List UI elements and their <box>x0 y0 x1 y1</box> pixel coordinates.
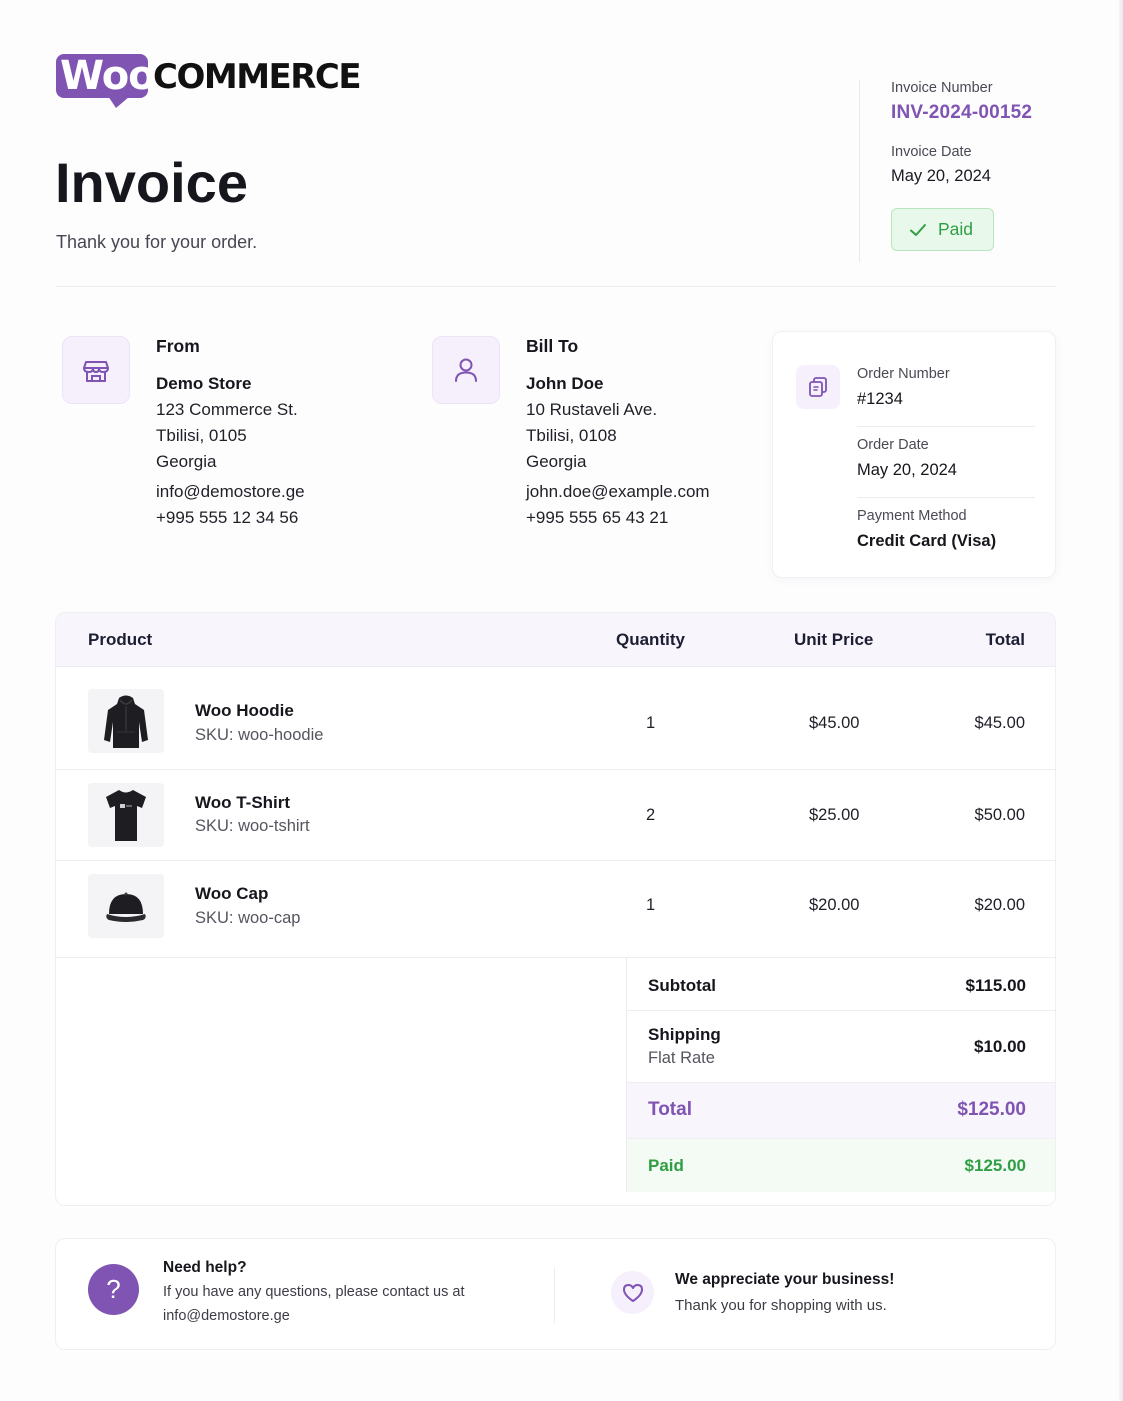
cell-unit-price: $45.00 <box>809 714 860 732</box>
column-header-product: Product <box>88 630 153 649</box>
from-address-line1: 123 Commerce St. <box>156 400 298 419</box>
product-sku: SKU: woo-cap <box>195 909 301 927</box>
from-email[interactable]: info@demostore.ge <box>156 479 436 505</box>
help-section: Need help? If you have any questions, pl… <box>163 1259 523 1328</box>
paid-value: $125.00 <box>964 1156 1026 1175</box>
cell-quantity: 1 <box>646 896 656 914</box>
from-phone[interactable]: +995 555 12 34 56 <box>156 505 436 531</box>
payment-method: Credit Card (Visa) <box>857 532 997 550</box>
heart-icon <box>611 1271 654 1314</box>
invoice-number: INV-2024-00152 <box>891 102 1033 123</box>
from-heading: From <box>156 336 200 356</box>
from-address-line2: Tbilisi, 0105 <box>156 426 247 445</box>
bill-to-phone[interactable]: +995 555 65 43 21 <box>526 505 806 531</box>
order-number-row: Order Number #1234 <box>857 356 1035 427</box>
paid-row: Paid $125.00 <box>627 1139 1055 1192</box>
cell-total: $20.00 <box>974 896 1025 914</box>
cell-unit-price: $25.00 <box>809 806 860 824</box>
status-badge-label: Paid <box>938 219 974 239</box>
order-date-row: Order Date May 20, 2024 <box>857 427 1035 498</box>
from-country: Georgia <box>156 452 217 471</box>
bill-to-address-line2: Tbilisi, 0108 <box>526 426 617 445</box>
totals-summary: Subtotal $115.00 Shipping Flat Rate $10.… <box>626 958 1055 1192</box>
page-title: Invoice <box>55 151 248 214</box>
check-icon <box>910 223 926 236</box>
table-row: Woo Hoodie SKU: woo-hoodie 1 $45.00 $45.… <box>56 668 1055 770</box>
order-number-label: Order Number <box>857 366 950 382</box>
store-icon <box>62 336 130 404</box>
order-number: #1234 <box>857 390 903 408</box>
product-name: Woo T-Shirt <box>195 793 291 812</box>
total-value: $125.00 <box>957 1099 1026 1120</box>
logo-commerce-text: COMMERCE <box>153 57 362 97</box>
help-body: If you have any questions, please contac… <box>163 1284 465 1300</box>
column-header-total: Total <box>985 630 1025 649</box>
logo-woo-text: Woo <box>60 53 156 99</box>
invoice-date-label: Invoice Date <box>891 144 972 160</box>
column-header-unit-price: Unit Price <box>794 630 874 649</box>
payment-method-row: Payment Method Credit Card (Visa) <box>857 498 1035 569</box>
help-email[interactable]: info@demostore.ge <box>163 1304 523 1328</box>
table-header: Product Quantity Unit Price Total <box>56 613 1055 667</box>
cell-quantity: 2 <box>646 806 656 824</box>
header-divider <box>56 286 1056 287</box>
table-row: Woo T-Shirt SKU: woo-tshirt 2 $25.00 $50… <box>56 770 1055 861</box>
cell-total: $50.00 <box>974 806 1025 824</box>
thanks-title: We appreciate your business! <box>675 1271 895 1288</box>
subtotal-value: $115.00 <box>965 976 1026 995</box>
help-title: Need help? <box>163 1259 247 1276</box>
product-sku: SKU: woo-tshirt <box>195 817 310 835</box>
order-details-list: Order Number #1234 Order Date May 20, 20… <box>857 356 1035 569</box>
total-label: Total <box>648 1099 692 1120</box>
invoice-date: May 20, 2024 <box>891 167 991 185</box>
invoice-page: Woo COMMERCE Invoice Thank you for your … <box>0 0 1123 1401</box>
product-sku: SKU: woo-hoodie <box>195 726 324 744</box>
bill-to-address-text: Bill To John Doe 10 Rustaveli Ave. Tbili… <box>526 336 806 531</box>
bill-to-email[interactable]: john.doe@example.com <box>526 479 806 505</box>
page-edge <box>1119 0 1123 1401</box>
paid-label: Paid <box>648 1156 684 1175</box>
status-badge: Paid <box>891 208 994 251</box>
table-row: Woo Cap SKU: woo-cap 1 $20.00 $20.00 <box>56 861 1055 958</box>
total-row: Total $125.00 <box>627 1083 1055 1139</box>
tshirt-icon <box>88 783 164 847</box>
shipping-row: Shipping Flat Rate $10.00 <box>627 1011 1055 1083</box>
thanks-section: We appreciate your business! Thank you f… <box>675 1271 1035 1314</box>
product-name: Woo Cap <box>195 884 269 903</box>
subtotal-row: Subtotal $115.00 <box>627 958 1055 1011</box>
page-subtitle: Thank you for your order. <box>56 232 258 252</box>
user-icon <box>432 336 500 404</box>
bill-to-address-line1: 10 Rustaveli Ave. <box>526 400 658 419</box>
question-icon: ? <box>88 1264 139 1315</box>
from-name: Demo Store <box>156 374 252 393</box>
cell-unit-price: $20.00 <box>809 896 860 914</box>
shipping-label: Shipping <box>648 1025 721 1044</box>
bill-to-name: John Doe <box>526 374 604 393</box>
shipping-value: $10.00 <box>974 1037 1026 1056</box>
bill-to-heading: Bill To <box>526 336 579 356</box>
cap-icon <box>88 874 164 938</box>
product-name: Woo Hoodie <box>195 701 294 720</box>
bill-to-country: Georgia <box>526 452 587 471</box>
shipping-method: Flat Rate <box>648 1049 715 1067</box>
items-table: Product Quantity Unit Price Total Woo Ho… <box>55 612 1056 1206</box>
invoice-meta: Invoice Number INV-2024-00152 Invoice Da… <box>859 80 1059 262</box>
order-date-label: Order Date <box>857 437 929 453</box>
copy-icon <box>796 365 840 409</box>
from-address-text: From Demo Store 123 Commerce St. Tbilisi… <box>156 336 436 531</box>
order-date: May 20, 2024 <box>857 461 957 479</box>
footer-card: ? Need help? If you have any questions, … <box>55 1238 1056 1350</box>
invoice-number-label: Invoice Number <box>891 80 993 96</box>
cell-quantity: 1 <box>646 714 656 732</box>
footer-divider <box>554 1267 555 1323</box>
payment-method-label: Payment Method <box>857 508 967 524</box>
subtotal-label: Subtotal <box>648 976 716 995</box>
thanks-body: Thank you for shopping with us. <box>675 1297 887 1314</box>
cell-total: $45.00 <box>974 714 1025 732</box>
column-header-quantity: Quantity <box>616 630 685 649</box>
order-details-card: Order Number #1234 Order Date May 20, 20… <box>772 331 1056 578</box>
hoodie-icon <box>88 689 164 753</box>
